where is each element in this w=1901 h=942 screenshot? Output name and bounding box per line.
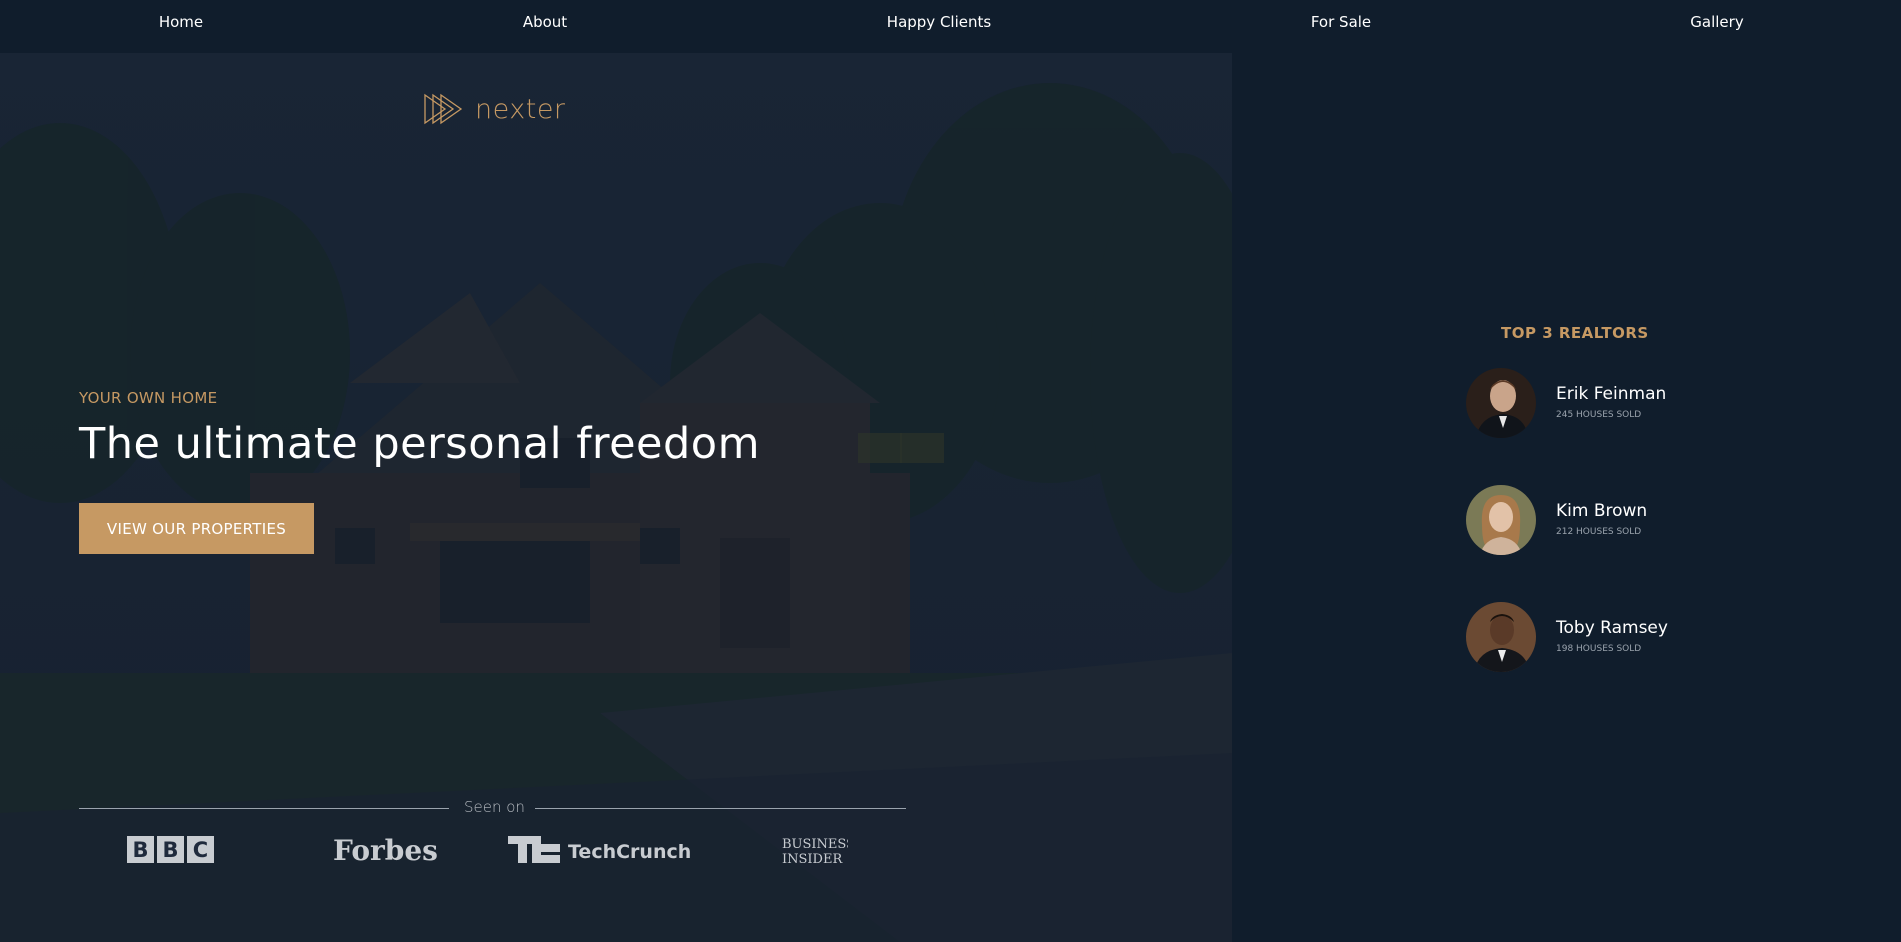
bbc-logo: B B C bbox=[127, 836, 214, 863]
svg-text:B: B bbox=[162, 838, 178, 862]
brand-name: nexter bbox=[475, 93, 566, 125]
svg-text:INSIDER: INSIDER bbox=[782, 852, 843, 867]
avatar-image bbox=[1466, 368, 1536, 438]
nav-home-link[interactable]: Home bbox=[159, 0, 203, 44]
realtor-card[interactable]: Toby Ramsey 198 HOUSES SOLD bbox=[1466, 602, 1766, 674]
realtor-name: Toby Ramsey bbox=[1556, 618, 1668, 638]
realtor-avatar bbox=[1466, 602, 1536, 672]
business-insider-logo: BUSINESS INSIDER bbox=[782, 837, 848, 867]
svg-text:BUSINESS: BUSINESS bbox=[782, 837, 848, 852]
seen-on-divider-left bbox=[79, 808, 449, 809]
realtor-houses-sold: 245 HOUSES SOLD bbox=[1556, 410, 1642, 420]
hero-eyebrow: YOUR OWN HOME bbox=[79, 389, 218, 407]
svg-text:C: C bbox=[193, 838, 208, 862]
realtor-houses-sold: 212 HOUSES SOLD bbox=[1556, 527, 1642, 537]
brand-logo[interactable]: nexter bbox=[423, 92, 566, 126]
svg-text:TechCrunch: TechCrunch bbox=[568, 841, 691, 863]
realtor-houses-sold: 198 HOUSES SOLD bbox=[1556, 644, 1642, 654]
realtor-name: Erik Feinman bbox=[1556, 384, 1667, 404]
nav-gallery-link[interactable]: Gallery bbox=[1690, 0, 1743, 44]
realtor-card[interactable]: Kim Brown 212 HOUSES SOLD bbox=[1466, 485, 1766, 557]
nav-about-link[interactable]: About bbox=[523, 0, 567, 44]
avatar-image bbox=[1466, 485, 1536, 555]
techcrunch-logo: TechCrunch bbox=[508, 836, 691, 863]
realtors-title: TOP 3 REALTORS bbox=[1501, 324, 1649, 342]
realtor-avatar bbox=[1466, 368, 1536, 438]
nav-for-sale-link[interactable]: For Sale bbox=[1311, 0, 1371, 44]
nav-happy-clients-link[interactable]: Happy Clients bbox=[887, 0, 991, 44]
avatar-image bbox=[1466, 602, 1536, 672]
svg-text:Forbes: Forbes bbox=[333, 834, 437, 867]
hero-headline: The ultimate personal freedom bbox=[79, 419, 760, 469]
realtor-name: Kim Brown bbox=[1556, 501, 1648, 521]
forbes-logo: Forbes bbox=[333, 834, 437, 867]
realtor-avatar bbox=[1466, 485, 1536, 555]
svg-text:B: B bbox=[132, 838, 148, 862]
hero-section: nexter YOUR OWN HOME The ultimate person… bbox=[0, 53, 1232, 942]
view-properties-button[interactable]: VIEW OUR PROPERTIES bbox=[79, 503, 314, 554]
seen-on-divider-right bbox=[535, 808, 906, 809]
top-navigation: Home About Happy Clients For Sale Galler… bbox=[0, 0, 1901, 53]
realtor-card[interactable]: Erik Feinman 245 HOUSES SOLD bbox=[1466, 368, 1766, 440]
nexter-logo-icon bbox=[424, 93, 463, 125]
seen-on-label: Seen on bbox=[464, 798, 525, 816]
